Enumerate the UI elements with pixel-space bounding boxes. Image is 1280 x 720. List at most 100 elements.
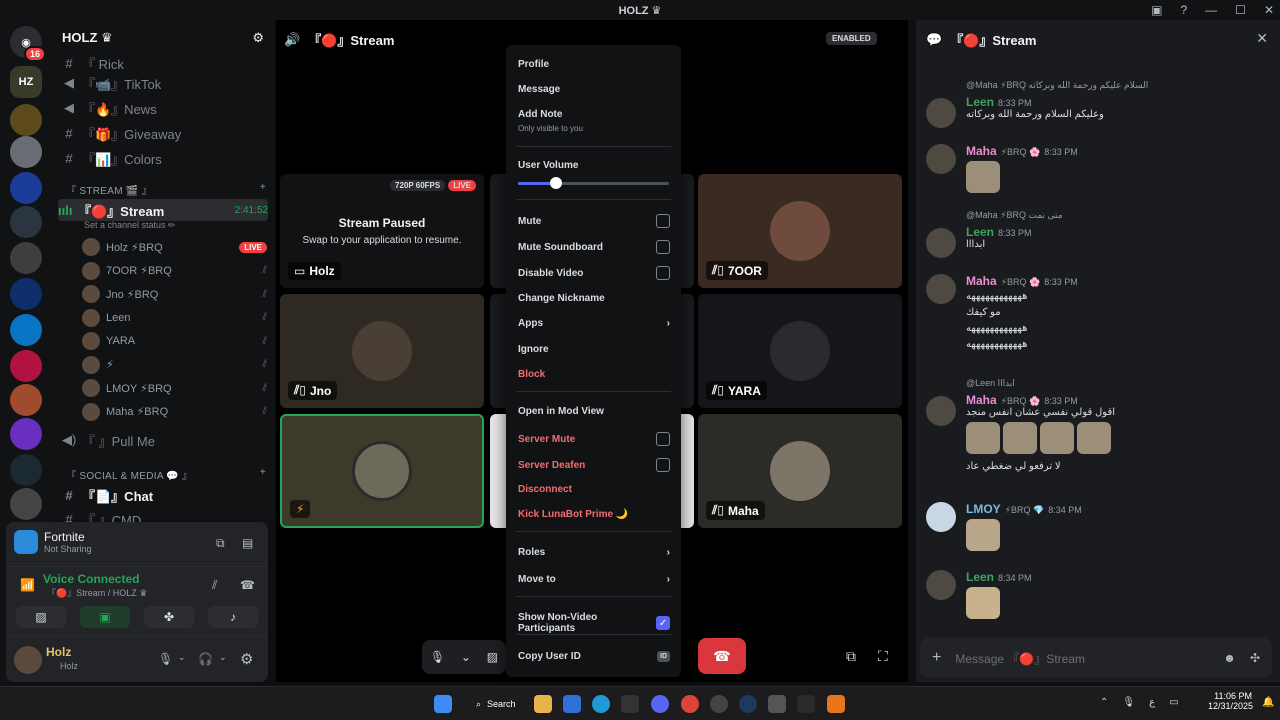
voice-user[interactable]: Leen ⫽ [82,307,267,329]
tile-speaking[interactable]: ⚡ [280,414,484,528]
text-channel[interactable]: # 『 Rick [62,52,267,74]
noise-suppression-icon[interactable]: ⫽ [212,578,217,593]
menu-profile[interactable]: Profile [518,59,670,70]
menu-copy-id[interactable]: Copy User ID ID [518,651,670,662]
menu-disable-video[interactable]: Disable Video [518,266,670,280]
store-icon[interactable] [563,695,581,713]
emoji-image[interactable] [1003,422,1037,454]
avatar[interactable] [926,274,956,304]
server-icon[interactable] [10,350,42,382]
disconnect-icon[interactable]: ☎ [240,578,255,592]
microphone-icon[interactable]: 🎙 [158,652,173,666]
clock[interactable]: 11:06 PM 12/31/2025 [1208,691,1253,711]
menu-move-to[interactable]: Move to › [518,574,670,585]
voice-channel-pull-me[interactable]: ◀) 『 』Pull Me [62,429,267,451]
edge-icon[interactable] [592,695,610,713]
settings-icon[interactable] [710,695,728,713]
minimize-icon[interactable]: — [1205,3,1217,17]
maximize-icon[interactable]: ☐ [1235,3,1246,17]
menu-ignore[interactable]: Ignore [518,344,670,355]
avatar[interactable] [926,98,956,128]
emoji-image[interactable] [1040,422,1074,454]
activities-button[interactable]: ✤ [144,606,194,628]
category-social[interactable]: 『 SOCIAL & MEDIA 💬 』 + [66,467,266,482]
activity-settings-icon[interactable]: ▤ [242,536,253,550]
reply-preview[interactable]: @Maha ⚡BRQ متى نمت [926,210,1271,221]
popout-icon[interactable]: ⧉ [846,648,856,665]
chevron-down-icon[interactable]: ⌄ [178,652,186,663]
mute-soundboard-checkbox[interactable] [656,240,670,254]
avatar[interactable] [926,570,956,600]
server-mute-checkbox[interactable] [656,432,670,446]
category-stream[interactable]: 『 STREAM 🎬 』 + [66,182,266,197]
home-discord-icon[interactable]: ◉ 16 [10,26,46,62]
menu-message[interactable]: Message [518,84,670,95]
share-screen-button[interactable]: ▣ [80,606,130,628]
help-icon[interactable]: ? [1180,3,1187,17]
emoji-icon[interactable]: ☻ [1223,651,1236,665]
voice-user[interactable]: LMOY ⚡BRQ ⫽ [82,377,267,399]
voice-user[interactable]: Maha ⚡BRQ ⫽ [82,401,267,423]
server-icon[interactable] [10,172,42,204]
tile-yara[interactable]: ⫽▯ YARA [698,294,902,408]
app-icon[interactable] [797,695,815,713]
app-icon[interactable] [827,695,845,713]
tile-jno[interactable]: ⫽▯ Jno [280,294,484,408]
text-channel[interactable]: ◀ 『🔥』News [62,97,267,119]
server-deafen-checkbox[interactable] [656,458,670,472]
apps-icon[interactable]: ✣ [1250,651,1260,665]
menu-mute-soundboard[interactable]: Mute Soundboard [518,240,670,254]
close-window-icon[interactable]: ✕ [1264,3,1274,17]
server-icon[interactable] [10,418,42,450]
menu-disconnect[interactable]: Disconnect [518,484,670,495]
epic-games-icon[interactable] [621,695,639,713]
chrome-icon[interactable] [681,695,699,713]
menu-kick[interactable]: Kick LunaBot Prime 🌙 [518,509,670,520]
microphone-icon[interactable]: 🎙 [1122,697,1135,708]
server-icon[interactable] [10,278,42,310]
avatar[interactable] [14,646,42,674]
sticker-image[interactable] [966,519,1000,551]
voice-channel-stream[interactable]: ıılı 『🔴』Stream 2:41:52 [58,199,268,221]
notifications-icon[interactable]: 🔔 [1262,697,1274,708]
voice-user[interactable]: YARA ⫽ [82,330,267,352]
server-icon[interactable] [10,136,42,168]
voice-location[interactable]: 『🔴』Stream / HOLZ ♛ [47,586,147,599]
chevron-up-icon[interactable]: ⌃ [1100,697,1108,708]
tile-holz-stream[interactable]: 720P 60FPS LIVE Stream Paused Swap to yo… [280,174,484,288]
sticker-image[interactable] [966,161,1000,193]
add-member-icon[interactable]: ⚙ [252,30,264,46]
close-chat-icon[interactable]: ✕ [1256,30,1268,47]
menu-add-note[interactable]: Add Note [518,109,670,120]
mic-control[interactable]: 🎙 ⌄ ▨ [422,640,506,674]
leave-call-button[interactable]: ☎ [698,638,746,674]
system-tray[interactable]: ⌃ 🎙 ع ▭ [1100,697,1179,708]
avatar[interactable] [926,144,956,174]
text-channel[interactable]: ◀ 『📹』TikTok [62,72,267,94]
avatar[interactable] [926,228,956,258]
server-icon[interactable] [10,104,42,136]
server-icon[interactable] [10,314,42,346]
soundboard-button[interactable]: ♪ [208,606,258,628]
screen-share-icon[interactable]: ⧉ [216,536,225,551]
message-input[interactable]: Message 『🔴』Stream [955,650,1209,667]
menu-mute[interactable]: Mute [518,214,670,228]
add-channel-icon[interactable]: + [260,467,266,482]
text-channel-chat[interactable]: # 『📄』Chat [62,484,267,506]
show-non-video-checkbox[interactable]: ✓ [656,616,670,630]
server-icon[interactable] [10,454,42,486]
menu-mod-view[interactable]: Open in Mod View [518,406,670,417]
language-indicator[interactable]: ع [1149,697,1155,708]
network-icon[interactable]: ▭ [1169,697,1178,708]
fullscreen-icon[interactable]: ⛶ [878,648,888,665]
discord-icon[interactable] [651,695,669,713]
emoji-image[interactable] [1077,422,1111,454]
sticker-image[interactable] [966,587,1000,619]
add-channel-icon[interactable]: + [260,182,266,197]
emoji-image[interactable] [966,422,1000,454]
menu-show-non-video[interactable]: Show Non-Video Participants ✓ [518,612,670,634]
volume-slider[interactable] [518,177,669,189]
video-button[interactable]: ▨ [16,606,66,628]
headphones-icon[interactable]: 🎧 [198,652,213,666]
avatar[interactable] [926,502,956,532]
